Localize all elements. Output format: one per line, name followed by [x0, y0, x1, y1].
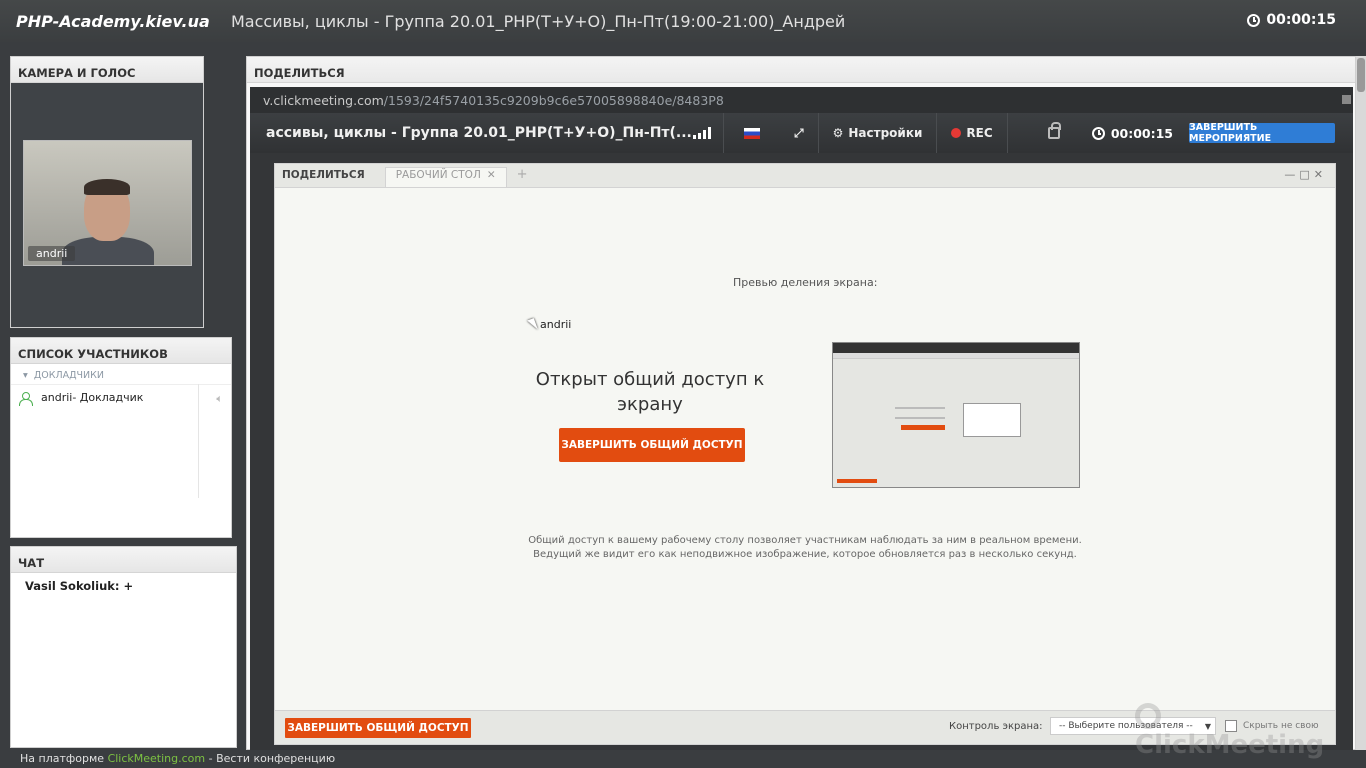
user-icon [19, 391, 33, 406]
record-icon [951, 128, 962, 138]
platform-footer: На платформе ClickMeeting.com - Вести ко… [20, 752, 335, 765]
scroll-icon [1342, 95, 1351, 104]
preview-window [963, 403, 1021, 437]
cursor-icon [527, 317, 538, 332]
record-button[interactable]: REC [937, 126, 1006, 140]
close-icon[interactable]: ✕ [487, 169, 496, 181]
preview-button [901, 425, 945, 430]
camera-panel-heading: КАМЕРА И ГОЛОС [11, 57, 203, 83]
toolbar-separator [1006, 113, 1008, 153]
watermark-text: ClickMeeting [1135, 730, 1325, 760]
chat-message-text: + [119, 579, 134, 593]
clock-icon [1091, 127, 1105, 140]
participants-divider [198, 384, 199, 498]
signal-strength-icon [693, 127, 723, 139]
watermark-logo-icon [1135, 702, 1161, 729]
presenters-group-label: ДОКЛАДЧИКИ [33, 370, 104, 381]
chat-panel: ЧАТ Vasil Sokoliuk: + [10, 546, 237, 748]
clickmeeting-link[interactable]: ClickMeeting.com [108, 752, 206, 765]
remote-cursor: andrii [527, 317, 572, 332]
share-panel: ПОДЕЛИТЬСЯ v.clickmeeting.com/1593/24f57… [246, 56, 1356, 760]
gear-icon: ⚙ [832, 126, 844, 140]
screen-control-label: Контроль экрана: [949, 721, 1043, 732]
page-scrollbar[interactable] [1356, 56, 1366, 750]
fullscreen-icon: ⤢ [794, 125, 804, 140]
share-tab-heading: ПОДЕЛИТЬСЯ [282, 169, 365, 181]
share-panel-heading: ПОДЕЛИТЬСЯ [247, 57, 1355, 83]
event-timer: 00:00:15 [1091, 126, 1173, 141]
fullscreen-button[interactable]: ⤢ [780, 126, 818, 141]
window-controls: —□✕ [1284, 168, 1327, 181]
participants-panel: СПИСОК УЧАСТНИКОВ ▾ ДОКЛАДЧИКИ andrii - … [10, 337, 232, 538]
settings-label: Настройки [848, 126, 923, 140]
end-event-button[interactable]: ЗАВЕРШИТЬ МЕРОПРИЯТИЕ [1189, 122, 1335, 144]
webcam-person-body [62, 237, 154, 265]
webcam-video[interactable]: andrii [23, 140, 192, 266]
screen-preview-thumbnail [832, 342, 1080, 488]
clock-icon [1247, 13, 1261, 27]
presenters-group-toggle[interactable]: ▾ ДОКЛАДЧИКИ [11, 364, 231, 384]
brand-logo: PHP-Academy.kiev.ua [16, 11, 210, 31]
clickmeeting-toolbar: ассивы, циклы - Группа 20.01_PHP(Т+У+О)_… [250, 113, 1353, 153]
chat-heading: ЧАТ [11, 547, 236, 573]
record-label: REC [966, 126, 993, 140]
add-tab-icon[interactable]: + [517, 167, 528, 187]
settings-button[interactable]: ⚙ Настройки [819, 126, 937, 140]
tab-desktop[interactable]: РАБОЧИЙ СТОЛ ✕ [384, 167, 507, 187]
preview-footer-button [837, 479, 877, 483]
preview-tabs [833, 353, 1079, 359]
sharing-status-title: Открыт общий доступ к экрану [535, 369, 765, 415]
meeting-title: Массивы, циклы - Группа 20.01_PHP(Т+У+О)… [231, 11, 846, 31]
speaker-icon[interactable]: 🔈︎ [216, 392, 223, 406]
minimize-icon[interactable]: — [1284, 168, 1299, 181]
close-window-icon[interactable]: ✕ [1314, 168, 1327, 181]
toolbar-separator [723, 113, 724, 153]
shared-screen: v.clickmeeting.com/1593/24f5740135c9209b… [250, 87, 1353, 760]
event-title: ассивы, циклы - Группа 20.01_PHP(Т+У+О)_… [266, 125, 692, 141]
footer-suffix[interactable]: - Вести конференцию [205, 752, 335, 765]
footer-stop-sharing-button[interactable]: ЗАВЕРШИТЬ ОБЩИЙ ДОСТУП [285, 718, 471, 738]
address-bar: v.clickmeeting.com/1593/24f5740135c9209b… [250, 87, 1353, 113]
session-timer: 00:00:15 [1247, 12, 1336, 28]
url-path: /1593/24f5740135c9209b9c6e57005898840e/8… [383, 93, 724, 108]
event-timer-value: 00:00:15 [1110, 126, 1173, 141]
preview-label: Превью деления экрана: [733, 276, 878, 289]
chat-message: Vasil Sokoliuk: + [11, 573, 236, 593]
session-timer-value: 00:00:15 [1266, 12, 1336, 28]
participant-role: - Докладчик [72, 391, 144, 404]
preview-toolbar [833, 343, 1079, 353]
maximize-icon[interactable]: □ [1299, 168, 1313, 181]
lock-icon[interactable] [1047, 122, 1061, 139]
chat-message-author: Vasil Sokoliuk: [25, 579, 120, 593]
webcam-person-hair [84, 179, 130, 195]
clickmeeting-watermark: ClickMeeting [1135, 700, 1335, 760]
url-host: v.clickmeeting.com [263, 93, 384, 108]
language-flag-icon[interactable] [744, 127, 760, 139]
top-bar: PHP-Academy.kiev.ua Массивы, циклы - Гру… [0, 0, 1366, 42]
camera-area: andrii [11, 83, 203, 327]
webcam-username: andrii [28, 246, 76, 261]
share-window: ПОДЕЛИТЬСЯ РАБОЧИЙ СТОЛ ✕ + —□✕ Превью д… [274, 163, 1336, 760]
sharing-description: Общий доступ к вашему рабочему столу поз… [528, 535, 1082, 560]
share-tabs: ПОДЕЛИТЬСЯ РАБОЧИЙ СТОЛ ✕ + —□✕ [275, 164, 1335, 188]
scrollbar-thumb[interactable] [1357, 58, 1365, 92]
remote-cursor-user: andrii [540, 318, 572, 331]
footer-prefix: На платформе [20, 752, 108, 765]
stop-sharing-button[interactable]: ЗАВЕРШИТЬ ОБЩИЙ ДОСТУП [559, 428, 745, 462]
tab-desktop-label: РАБОЧИЙ СТОЛ [395, 168, 481, 181]
preview-text [895, 407, 945, 419]
participants-heading: СПИСОК УЧАСТНИКОВ [11, 338, 231, 364]
participant-name: andrii [41, 391, 73, 404]
camera-panel: КАМЕРА И ГОЛОС andrii [10, 56, 204, 328]
